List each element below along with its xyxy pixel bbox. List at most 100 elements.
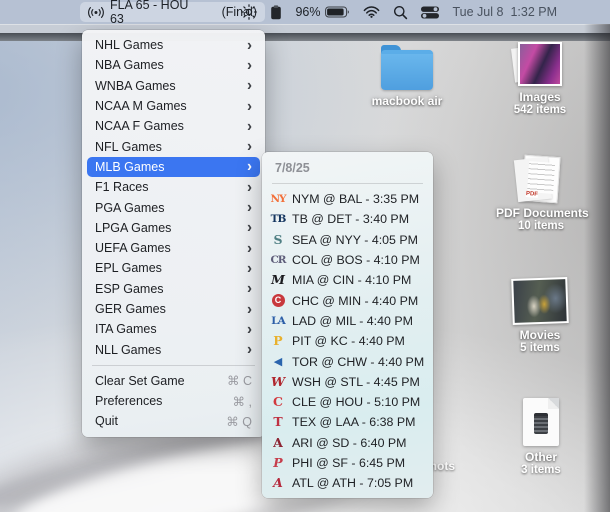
team-logo-icon: C (273, 394, 283, 410)
menu-item-ger-games[interactable]: GER Games › (87, 299, 260, 319)
desktop-icon-count: 542 items (513, 104, 567, 116)
desktop-icon-movies[interactable]: Movies 5 items (501, 277, 579, 354)
desktop-icon-label: macbook air (371, 94, 443, 108)
menu-item-label: EPL Games (95, 261, 162, 276)
mlb-games-submenu: 7/8/25 NY NYM @ BAL - 3:35 PM TB TB @ DET -… (262, 152, 433, 498)
team-logo-icon: ◀ (273, 354, 283, 368)
menu-item-label: NFL Games (95, 139, 162, 154)
desktop-icon-count: 10 items (517, 220, 565, 232)
game-row-tex[interactable]: T TEX @ LAA - 6:38 PM (262, 412, 433, 432)
game-row-tor[interactable]: ◀ TOR @ CHW - 4:40 PM (262, 351, 433, 371)
status-item-scores[interactable]: FLA 65 - HOU 63 (Final) (80, 0, 265, 26)
desktop-icon-pdf[interactable]: PDF PDF Documents 10 items (496, 154, 589, 232)
desktop-screen: macbook air Images 542 items PDF PDF Documen… (0, 0, 610, 512)
chevron-right-icon: › (247, 76, 252, 95)
team-logo-icon: M (271, 272, 285, 288)
desktop-icon-images[interactable]: Images 542 items (502, 42, 578, 116)
game-row-lad[interactable]: LA LAD @ MIL - 4:40 PM (262, 311, 433, 331)
menu-item-esp-games[interactable]: ESP Games › (87, 279, 260, 299)
menu-item-lpga-games[interactable]: LPGA Games › (87, 218, 260, 238)
menu-item-uefa-games[interactable]: UEFA Games › (87, 238, 260, 258)
menu-item-label: Clear Set Game (95, 373, 185, 388)
desktop-icon-label: PDF Documents (496, 206, 589, 220)
team-logo-icon: W (270, 373, 286, 389)
menu-bar-clock[interactable]: Tue Jul 8 1:32 PM (452, 5, 557, 19)
battery-percent: 96% (295, 5, 321, 19)
desktop-icon-other[interactable]: Other 3 items (503, 398, 579, 476)
desktop-icon-label: Movies (519, 328, 561, 342)
menu-item-f1-races[interactable]: F1 Races › (87, 177, 260, 197)
submenu-separator (272, 183, 423, 184)
battery-status[interactable]: 96% (295, 5, 350, 19)
chevron-right-icon: › (247, 239, 252, 258)
chevron-right-icon: › (247, 279, 252, 298)
game-row-pit[interactable]: P PIT @ KC - 4:40 PM (262, 331, 433, 351)
game-row-atl[interactable]: A ATL @ ATH - 7:05 PM (262, 473, 433, 493)
game-row-ari[interactable]: A ARI @ SD - 6:40 PM (262, 433, 433, 453)
brightness-icon[interactable] (241, 4, 258, 20)
game-row-col[interactable]: CR COL @ BOS - 4:10 PM (262, 250, 433, 270)
chevron-right-icon: › (247, 117, 252, 136)
file-icon (523, 398, 559, 446)
game-row-cle[interactable]: C CLE @ HOU - 5:10 PM (262, 392, 433, 412)
game-label: SEA @ NYY - 4:05 PM (292, 232, 418, 247)
menu-item-label: GER Games (95, 302, 166, 316)
screen-edge-vignette (584, 24, 610, 512)
menu-item-label: MLB Games (95, 159, 165, 174)
game-row-mia[interactable]: M MIA @ CIN - 4:10 PM (262, 270, 433, 290)
chevron-right-icon: › (247, 97, 252, 115)
menu-item-nll-games[interactable]: NLL Games › (87, 339, 260, 359)
menu-item-nhl-games[interactable]: NHL Games › (87, 35, 260, 55)
menu-item-nba-games[interactable]: NBA Games › (87, 55, 260, 75)
menu-item-ita-games[interactable]: ITA Games › (87, 319, 260, 339)
menu-item-label: Quit (95, 414, 118, 429)
chevron-right-icon: › (247, 340, 252, 359)
menu-item-preferences[interactable]: Preferences ⌘ , (87, 391, 260, 411)
desktop-icon-count: 5 items (520, 342, 560, 354)
menu-item-label: NCAA F Games (95, 119, 184, 134)
photo-movies-icon (511, 277, 569, 325)
game-row-sea[interactable]: S SEA @ NYY - 4:05 PM (262, 230, 433, 250)
battery-icon (325, 6, 350, 18)
desktop-icon-label: Images (519, 90, 561, 104)
control-center-icon[interactable] (421, 6, 440, 19)
clipboard-icon[interactable] (270, 4, 282, 20)
team-logo-icon: S (273, 231, 283, 247)
team-logo-icon: A (273, 434, 283, 450)
game-label: ATL @ ATH - 7:05 PM (292, 476, 414, 491)
game-label: TB @ DET - 3:40 PM (292, 212, 410, 227)
menu-item-nfl-games[interactable]: NFL Games › (87, 136, 260, 156)
menu-item-pga-games[interactable]: PGA Games › (87, 197, 260, 217)
broadcast-icon (88, 6, 104, 18)
menu-item-ncaa-m-games[interactable]: NCAA M Games › (87, 96, 260, 116)
sports-games-menu: NHL Games › NBA Games › WNBA Games › NCAA M Ga… (82, 30, 265, 437)
game-row-nym[interactable]: NY NYM @ BAL - 3:35 PM (262, 189, 433, 209)
team-logo-icon: T (273, 414, 283, 430)
menu-item-label: ESP Games (95, 281, 164, 296)
menu-item-label: PGA Games (95, 200, 165, 215)
game-label: CHC @ MIN - 4:40 PM (292, 293, 419, 308)
chevron-right-icon: › (247, 137, 252, 156)
menu-item-wnba-games[interactable]: WNBA Games › (87, 76, 260, 96)
team-logo-icon: CR (270, 254, 286, 267)
spotlight-search-icon[interactable] (393, 5, 408, 20)
menu-item-mlb-games[interactable]: MLB Games › (87, 156, 260, 178)
menu-item-shortcut: ⌘ Q (226, 414, 252, 429)
menu-item-ncaa-f-games[interactable]: NCAA F Games › (87, 116, 260, 136)
menu-item-label: WNBA Games (95, 78, 176, 93)
game-label: TEX @ LAA - 6:38 PM (292, 415, 416, 430)
game-row-phi[interactable]: P PHI @ SF - 6:45 PM (262, 453, 433, 473)
status-score-text: FLA 65 - HOU 63 (109, 0, 189, 26)
menu-item-clear-set-game[interactable]: Clear Set Game ⌘ C (87, 371, 260, 391)
game-label: PIT @ KC - 4:40 PM (292, 334, 405, 349)
game-row-chc[interactable]: C CHC @ MIN - 4:40 PM (262, 290, 433, 310)
game-label: MIA @ CIN - 4:10 PM (292, 273, 412, 288)
game-label: COL @ BOS - 4:10 PM (292, 253, 420, 268)
chevron-right-icon: › (247, 300, 252, 318)
desktop-icon-macbook-air[interactable]: macbook air (369, 44, 445, 108)
game-row-wsh[interactable]: W WSH @ STL - 4:45 PM (262, 372, 433, 392)
game-row-tb[interactable]: TB TB @ DET - 3:40 PM (262, 209, 433, 229)
wifi-icon[interactable] (363, 6, 380, 18)
menu-item-epl-games[interactable]: EPL Games › (87, 258, 260, 278)
menu-item-quit[interactable]: Quit ⌘ Q (87, 411, 260, 431)
